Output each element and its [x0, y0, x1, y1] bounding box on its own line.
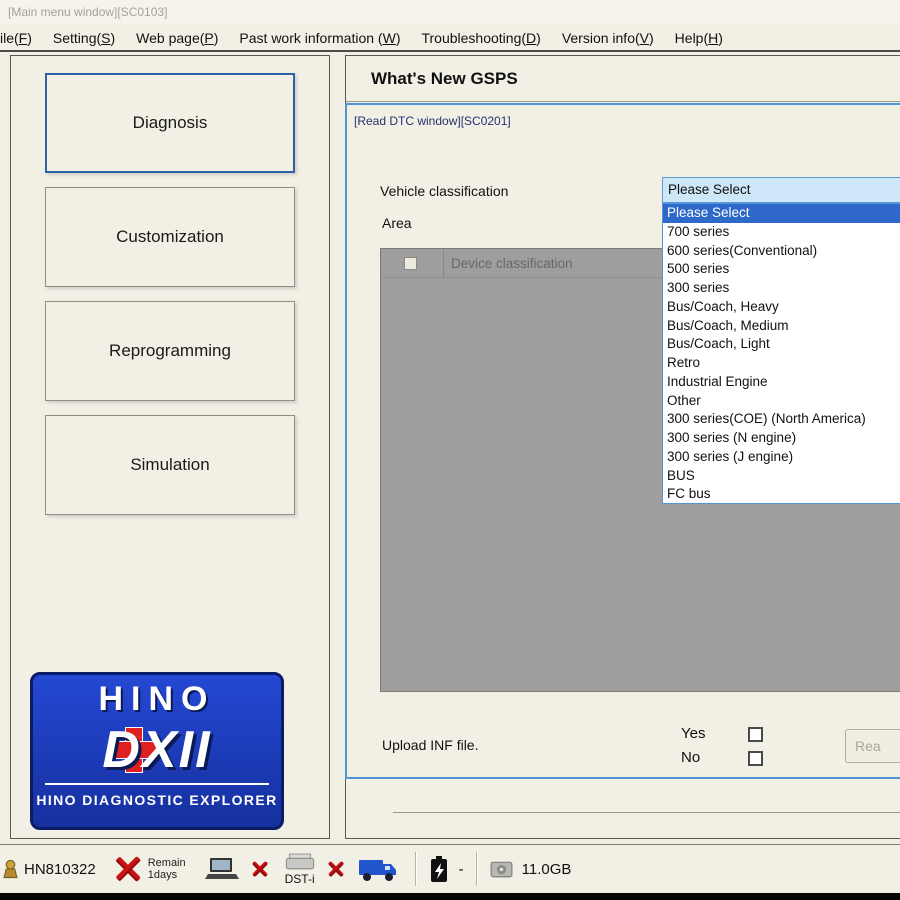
hino-dx2-logo: HINO DXII HINO DIAGNOSTIC EXPLORER — [30, 672, 284, 830]
dropdown-option[interactable]: 600 series(Conventional) — [663, 242, 900, 261]
dropdown-option[interactable]: FC bus — [663, 485, 900, 504]
sidebar-buttons: Diagnosis Customization Reprogramming Simul… — [11, 73, 329, 515]
sidebar-button-diagnosis[interactable]: Diagnosis — [45, 73, 295, 173]
window-title: [Main menu window][SC0103] — [0, 0, 900, 25]
menu-item[interactable]: Web page(P) — [136, 30, 218, 46]
no-label: No — [681, 749, 700, 766]
menu-item[interactable]: Past work information (W) — [239, 30, 400, 46]
dropdown-option[interactable]: 300 series (J engine) — [663, 448, 900, 467]
menu-item[interactable]: ile(F) — [0, 30, 32, 46]
column-separator — [443, 249, 444, 278]
select-all-checkbox[interactable] — [404, 257, 417, 270]
vehicle-classification-select[interactable]: Please Select — [662, 177, 900, 203]
dropdown-option[interactable]: 500 series — [663, 260, 900, 279]
dropdown-option[interactable]: 300 series (N engine) — [663, 429, 900, 448]
status-separator — [476, 852, 477, 886]
sidebar-button-simulation[interactable]: Simulation — [45, 415, 295, 515]
page-title: What's New GSPS — [346, 56, 900, 102]
dropdown-option[interactable]: Please Select — [663, 204, 900, 223]
sidebar-button-customization[interactable]: Customization — [45, 187, 295, 287]
read-button[interactable]: Rea — [845, 729, 900, 763]
no-checkbox[interactable] — [748, 751, 763, 766]
menu-item[interactable]: Troubleshooting(D) — [421, 30, 540, 46]
dropdown-option[interactable]: 300 series — [663, 279, 900, 298]
dsti-device-icon — [284, 852, 316, 873]
dropdown-option[interactable]: Bus/Coach, Medium — [663, 317, 900, 336]
dialog-title: [Read DTC window][SC0201] — [354, 114, 511, 128]
menu-item[interactable]: Help(H) — [675, 30, 723, 46]
device-classification-column-header: Device classification — [451, 256, 573, 271]
disk-icon — [489, 858, 514, 881]
battery-icon — [428, 856, 450, 883]
area-label: Area — [382, 215, 412, 231]
remain-days: Remain 1days — [148, 857, 186, 881]
yes-label: Yes — [681, 725, 705, 742]
error-x-icon — [328, 861, 344, 877]
vehicle-classification-label: Vehicle classification — [380, 183, 508, 199]
laptop-icon — [204, 856, 240, 882]
logo-divider — [45, 783, 269, 785]
menu-bar: ile(F) Setting(S) Web page(P) Past work inf… — [0, 25, 900, 52]
main-menu-panel: Diagnosis Customization Reprogramming Simul… — [10, 55, 330, 839]
menu-item[interactable]: Setting(S) — [53, 30, 115, 46]
sidebar-button-reprogramming[interactable]: Reprogramming — [45, 301, 295, 401]
logo-caption: HINO DIAGNOSTIC EXPLORER — [33, 787, 281, 813]
dropdown-option[interactable]: Bus/Coach, Light — [663, 335, 900, 354]
menu-item[interactable]: Version info(V) — [562, 30, 654, 46]
vehicle-dropdown-list: Please Select700 series600 series(Conven… — [662, 203, 900, 504]
dropdown-option[interactable]: Retro — [663, 354, 900, 373]
taskbar-strip — [0, 893, 900, 900]
status-separator — [415, 852, 416, 886]
device-id: HN810322 — [24, 861, 96, 878]
dropdown-option[interactable]: BUS — [663, 467, 900, 486]
content-divider — [393, 812, 900, 813]
dsti-label: DST-i — [284, 872, 316, 886]
battery-status-dash: - — [459, 861, 464, 878]
error-x-icon — [252, 861, 268, 877]
key-icon — [3, 858, 18, 880]
dropdown-option[interactable]: 300 series(COE) (North America) — [663, 410, 900, 429]
dropdown-option[interactable]: 700 series — [663, 223, 900, 242]
dropdown-option[interactable]: Other — [663, 392, 900, 411]
read-dtc-dialog: [Read DTC window][SC0201] Vehicle classi… — [345, 103, 900, 779]
yes-checkbox[interactable] — [748, 727, 763, 742]
disk-space: 11.0GB — [522, 861, 572, 878]
dropdown-option[interactable]: Bus/Coach, Heavy — [663, 298, 900, 317]
dsti-device: DST-i — [284, 852, 316, 886]
error-x-icon — [116, 857, 141, 882]
upload-inf-label: Upload INF file. — [382, 737, 478, 753]
logo-product-text: DXII — [33, 721, 281, 779]
status-bar: HN810322 Remain 1days DST-i - 11.0GB — [0, 844, 900, 893]
truck-icon — [358, 855, 398, 883]
dropdown-option[interactable]: Industrial Engine — [663, 373, 900, 392]
logo-brand-text: HINO — [33, 677, 281, 721]
